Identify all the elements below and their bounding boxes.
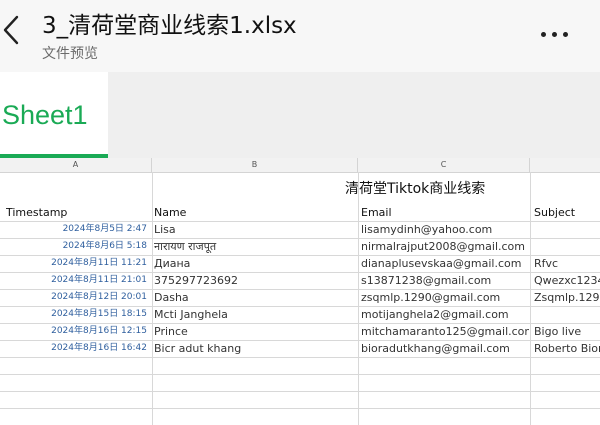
name-cell[interactable]: Dasha <box>154 289 356 306</box>
email-cell[interactable]: motijanghela2@gmail.com <box>361 306 529 323</box>
timestamp-cell[interactable]: 2024年8月11日 11:21 <box>2 255 147 272</box>
subject-cell[interactable] <box>534 238 600 255</box>
table-row: 2024年8月11日 11:21 Диана dianaplusevskaa@g… <box>0 255 600 273</box>
back-button[interactable] <box>0 10 28 50</box>
subject-cell[interactable]: Roberto Bior a <box>534 340 600 357</box>
email-cell[interactable]: bioradutkhang@gmail.com <box>361 340 529 357</box>
timestamp-cell[interactable]: 2024年8月15日 18:15 <box>2 306 147 323</box>
table-row: 2024年8月12日 20:01 Dasha zsqmlp.1290@gmail… <box>0 289 600 307</box>
subject-cell[interactable]: Bigo live <box>534 323 600 340</box>
timestamp-cell[interactable]: 2024年8月16日 16:42 <box>2 340 147 357</box>
file-subtitle: 文件预览 <box>42 46 98 62</box>
subject-cell[interactable] <box>534 306 600 323</box>
column-letter-c[interactable]: C <box>358 158 530 172</box>
name-cell[interactable]: Prince <box>154 323 356 340</box>
timestamp-cell[interactable]: 2024年8月6日 5:18 <box>2 238 147 255</box>
email-cell[interactable]: s13871238@gmail.com <box>361 272 529 289</box>
subject-cell[interactable]: Zsqmlp.1290 <box>534 289 600 306</box>
empty-row[interactable] <box>0 391 600 409</box>
chevron-left-icon <box>3 15 19 45</box>
timestamp-cell[interactable]: 2024年8月5日 2:47 <box>2 221 147 238</box>
column-letter-d[interactable] <box>530 158 600 172</box>
table-row: 2024年8月16日 12:15 Prince mitchamaranto125… <box>0 323 600 341</box>
empty-row[interactable] <box>0 357 600 375</box>
subject-cell[interactable]: Rfvc <box>534 255 600 272</box>
header-cell-subject[interactable]: Subject <box>534 204 600 221</box>
email-cell[interactable]: zsqmlp.1290@gmail.com <box>361 289 529 306</box>
more-options-button[interactable] <box>535 24 575 44</box>
name-cell[interactable]: Mcti Janghela <box>154 306 356 323</box>
header-cell-email[interactable]: Email <box>361 204 529 221</box>
empty-row[interactable] <box>0 408 600 425</box>
spreadsheet-grid[interactable]: A B C 清荷堂Tiktok商业线索 Timestamp Name Email… <box>0 158 600 425</box>
header-cell-name[interactable]: Name <box>154 204 356 221</box>
timestamp-cell[interactable]: 2024年8月16日 12:15 <box>2 323 147 340</box>
name-cell[interactable]: Lisa <box>154 221 356 238</box>
sheet-tab-bar: Sheet1 <box>0 72 600 158</box>
table-row: 2024年8月16日 16:42 Bicr adut khang bioradu… <box>0 340 600 358</box>
email-cell[interactable]: mitchamaranto125@gmail.com <box>361 323 529 340</box>
tab-label: Sheet1 <box>2 100 88 130</box>
name-cell[interactable]: नारायण राजपूत <box>154 238 356 255</box>
column-header-row: A B C <box>0 158 600 173</box>
name-cell[interactable]: Диана <box>154 255 356 272</box>
column-letter-a[interactable]: A <box>0 158 152 172</box>
subject-cell[interactable] <box>534 221 600 238</box>
name-cell[interactable]: 375297723692 <box>154 272 356 289</box>
name-cell[interactable]: Bicr adut khang <box>154 340 356 357</box>
file-title: 3_清荷堂商业线索1.xlsx <box>42 13 297 39</box>
table-row: 2024年8月6日 5:18 नारायण राजपूत nirmalrajpu… <box>0 238 600 256</box>
column-letter-b[interactable]: B <box>152 158 358 172</box>
table-header-row: Timestamp Name Email Subject <box>0 204 600 222</box>
sheet-title-cell[interactable]: 清荷堂Tiktok商业线索 <box>345 178 485 198</box>
table-row: 2024年8月11日 21:01 375297723692 s13871238@… <box>0 272 600 290</box>
subject-cell[interactable]: Qwezxc12345 <box>534 272 600 289</box>
email-cell[interactable]: lisamydinh@yahoo.com <box>361 221 529 238</box>
email-cell[interactable]: nirmalrajput2008@gmail.com <box>361 238 529 255</box>
header-cell-timestamp[interactable]: Timestamp <box>6 204 148 221</box>
email-cell[interactable]: dianaplusevskaa@gmail.com <box>361 255 529 272</box>
table-row: 2024年8月5日 2:47 Lisa lisamydinh@yahoo.com <box>0 221 600 239</box>
tab-sheet1[interactable]: Sheet1 <box>0 72 108 158</box>
app-header: 3_清荷堂商业线索1.xlsx 文件预览 <box>0 0 600 72</box>
table-row: 2024年8月15日 18:15 Mcti Janghela motijangh… <box>0 306 600 324</box>
empty-row[interactable] <box>0 374 600 392</box>
timestamp-cell[interactable]: 2024年8月12日 20:01 <box>2 289 147 306</box>
timestamp-cell[interactable]: 2024年8月11日 21:01 <box>2 272 147 289</box>
